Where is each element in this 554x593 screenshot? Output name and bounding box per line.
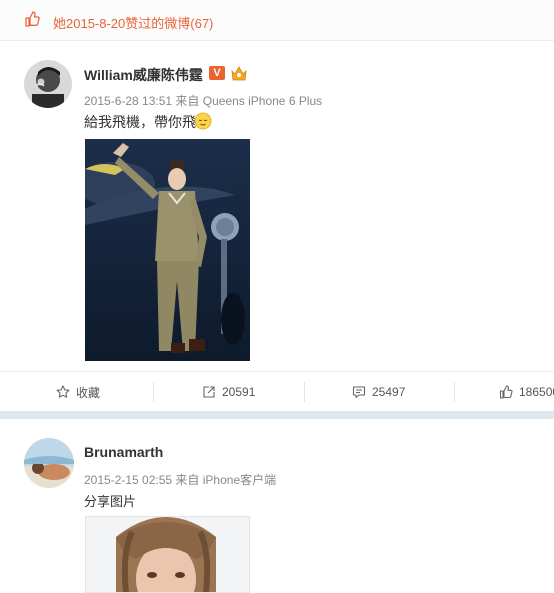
post-meta: 2015-2-15 02:55 来自 iPhone客户端 [84,471,276,488]
verified-badge: V [209,66,225,80]
member-crown-icon [230,65,248,81]
post-author-name[interactable]: William威廉陈伟霆 [84,65,203,85]
avatar[interactable] [24,60,72,108]
post-timestamp[interactable]: 2015-2-15 02:55 [84,473,172,487]
post-image[interactable] [85,516,250,593]
liked-posts-title[interactable]: 她2015-8-20赞过的微博(67) [53,13,213,32]
comment-button[interactable]: 25497 [352,372,405,412]
divider [454,382,455,402]
favorite-button[interactable]: 收藏 [56,372,100,412]
star-icon [56,385,70,399]
divider [304,382,305,402]
post-timestamp[interactable]: 2015-6-28 13:51 [84,94,172,108]
post-image[interactable] [85,139,250,361]
post-action-bar: 收藏 20591 25497 186500 [0,371,554,412]
share-arrow-icon [202,385,216,399]
thumbs-up-icon [499,385,513,399]
repost-count: 20591 [222,385,256,399]
avatar[interactable] [24,438,74,488]
like-button[interactable]: 186500 [499,372,554,412]
favorite-label: 收藏 [76,385,101,400]
post-source: 来自 iPhone客户端 [175,473,277,487]
post-meta: 2015-6-28 13:51 来自 Queens iPhone 6 Plus [84,92,322,109]
post-author-name[interactable]: Brunamarth [84,444,163,460]
comment-count: 25497 [372,385,406,399]
post-text: 給我飛機，帶你飛 [84,114,196,130]
post-text: 分享图片 [84,494,137,509]
like-count: 186500 [519,385,554,399]
divider [153,382,154,402]
comment-icon [352,385,366,399]
thumbs-up-icon [24,11,40,27]
post-source: 来自 Queens iPhone 6 Plus [175,94,323,108]
repost-button[interactable]: 20591 [202,372,255,412]
relieved-face-emoji-icon [194,112,212,130]
